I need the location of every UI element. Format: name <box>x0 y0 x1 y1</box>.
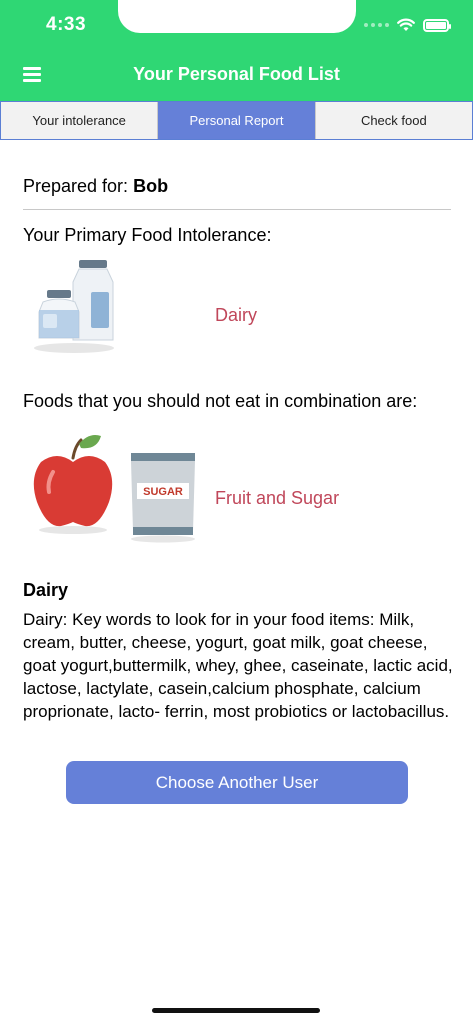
choose-another-user-button[interactable]: Choose Another User <box>66 761 408 804</box>
status-time: 4:33 <box>46 14 87 35</box>
user-name: Bob <box>133 176 169 196</box>
prepared-for-line: Prepared for: Bob <box>23 176 168 197</box>
device-notch <box>118 0 356 33</box>
battery-icon <box>423 18 451 32</box>
sugar-pack-label: SUGAR <box>143 486 183 498</box>
page-title: Your Personal Food List <box>133 64 340 84</box>
primary-intolerance-label: Your Primary Food Intolerance: <box>23 225 272 245</box>
wifi-icon <box>397 18 415 31</box>
tab-bar: Your intolerance Personal Report Check f… <box>0 101 473 140</box>
primary-intolerance-value: Dairy <box>215 305 258 325</box>
status-icons <box>364 16 451 34</box>
navigation-header: 4:33 Your Personal Food List <box>0 0 473 101</box>
detail-body: Dairy: Key words to look for in your foo… <box>23 610 453 721</box>
prepared-for-label: Prepared for: <box>23 176 129 196</box>
apple-icon <box>33 435 113 534</box>
tab-your-intolerance[interactable]: Your intolerance <box>1 102 158 139</box>
tab-personal-report[interactable]: Personal Report <box>157 102 315 139</box>
combination-foods-value: Fruit and Sugar <box>215 488 340 508</box>
detail-title: Dairy <box>23 580 69 600</box>
dairy-bottles-icon <box>34 260 114 353</box>
divider <box>23 209 451 210</box>
tab-check-food[interactable]: Check food <box>314 102 472 139</box>
sugar-pack-icon: SUGAR <box>131 453 195 543</box>
home-indicator[interactable] <box>152 1008 320 1013</box>
combination-label: Foods that you should not eat in combina… <box>23 391 418 411</box>
signal-icon <box>364 23 389 27</box>
